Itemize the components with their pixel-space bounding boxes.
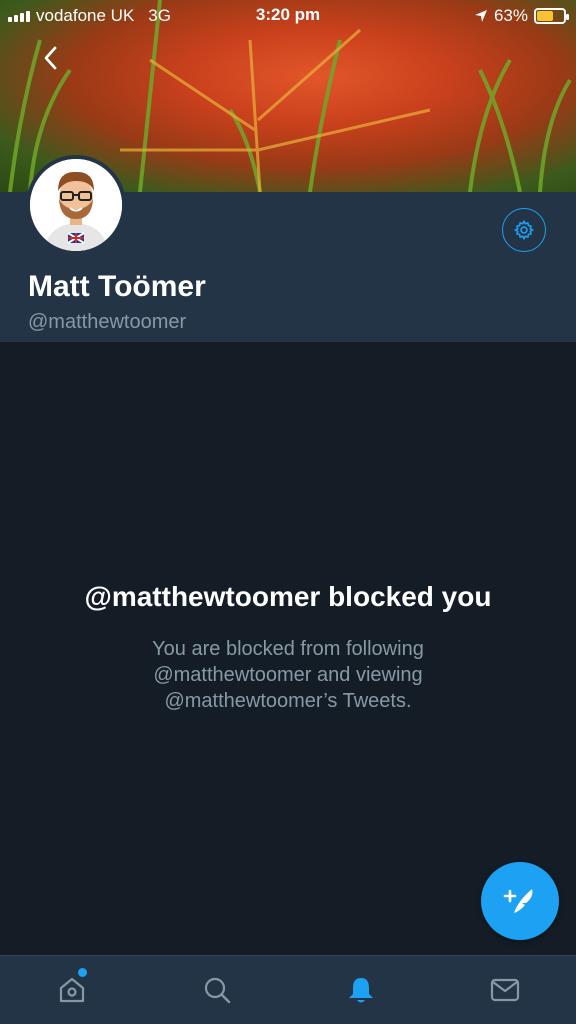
- back-button[interactable]: [32, 40, 68, 76]
- compose-tweet-button[interactable]: [481, 862, 559, 940]
- blocked-description-line: @matthewtoomer’s Tweets.: [164, 690, 412, 712]
- battery-fill: [537, 11, 554, 21]
- gear-icon: [514, 220, 534, 240]
- chevron-left-icon: [44, 46, 57, 70]
- blocked-description: You are blocked from following @matthewt…: [110, 636, 466, 714]
- blocked-title: @matthewtoomer blocked you: [84, 581, 492, 612]
- avatar[interactable]: [26, 155, 126, 255]
- tab-messages[interactable]: [481, 968, 529, 1012]
- status-right: 63%: [474, 6, 569, 26]
- tab-search[interactable]: [193, 968, 241, 1012]
- location-arrow-icon: [474, 10, 487, 22]
- battery-percentage: 63%: [493, 6, 528, 25]
- bottom-tab-bar: [0, 955, 576, 1024]
- bell-icon: [349, 978, 373, 1003]
- settings-button[interactable]: [502, 208, 546, 252]
- new-content-dot: [78, 968, 87, 977]
- tab-notifications[interactable]: [337, 968, 385, 1012]
- envelope-icon: [490, 978, 520, 1002]
- blocked-description-line: @matthewtoomer and viewing: [153, 664, 423, 686]
- blocked-description-line: You are blocked from following: [152, 638, 424, 660]
- display-name: Matt Toömer: [28, 270, 206, 303]
- home-icon: [59, 977, 85, 1003]
- compose-tweet-icon: [503, 889, 533, 913]
- search-icon: [204, 977, 231, 1004]
- tab-home[interactable]: [48, 968, 96, 1012]
- status-bar: vodafone UK 3G 3:20 pm 63%: [0, 0, 576, 32]
- battery-icon: [534, 8, 569, 24]
- user-handle: @matthewtoomer: [28, 311, 187, 333]
